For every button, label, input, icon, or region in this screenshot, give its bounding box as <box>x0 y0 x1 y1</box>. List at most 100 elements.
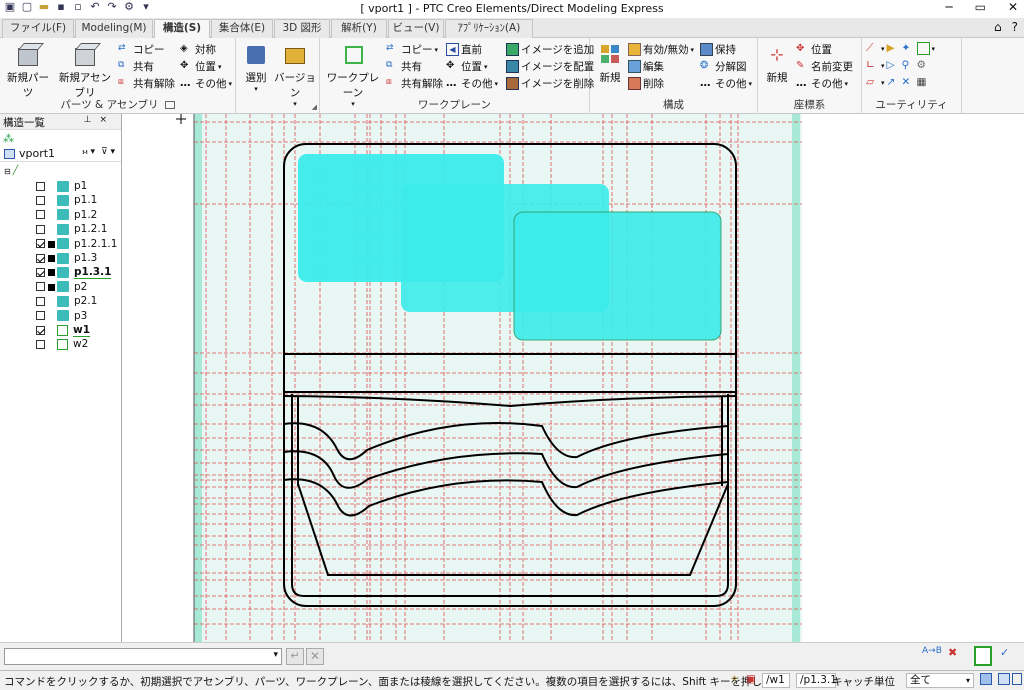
exploded-view-button[interactable]: ❂ 分解図 <box>700 59 747 74</box>
help-icon[interactable]: ? <box>1012 20 1018 34</box>
version-button[interactable]: バージョン ▾ <box>272 42 318 108</box>
new-assembly-button[interactable]: 新規アセンブリ <box>54 42 116 100</box>
chevron-down-icon[interactable]: ▾ <box>273 650 278 660</box>
tree-item[interactable]: p1.2.1.1 <box>36 237 117 251</box>
snap-icon[interactable]: ✕ <box>902 76 915 89</box>
transform-icon[interactable]: ✦ <box>902 42 915 55</box>
new-part-button[interactable]: 新規パーツ <box>4 42 52 100</box>
collapse-icon[interactable]: ⊟ <box>4 167 11 176</box>
tab-structure[interactable]: 構造(S) <box>154 19 210 39</box>
enable-disable-button[interactable]: 有効/無効 ▾ <box>628 42 694 57</box>
share-workplane-button[interactable]: ⧉ 共有 <box>386 59 422 74</box>
command-input[interactable]: ▾ <box>4 648 282 665</box>
visibility-checkbox[interactable] <box>36 195 45 205</box>
new-coordsys-button[interactable]: ⊹ 新規 <box>762 42 792 85</box>
filter-select[interactable]: 全て ▾ <box>906 673 974 688</box>
keep-button[interactable]: 保持 <box>700 42 736 57</box>
visibility-checkbox[interactable] <box>36 282 45 292</box>
frame-icon[interactable] <box>916 42 930 55</box>
calculator-icon[interactable]: ▦ <box>917 76 930 89</box>
cancel-button[interactable]: ✕ <box>306 648 324 665</box>
tab-view[interactable]: ビュー(V) <box>388 19 444 38</box>
rename-tool-icon[interactable]: A→B <box>922 646 942 666</box>
view-icon[interactable] <box>980 673 992 685</box>
tree-item[interactable]: p1.2.1 <box>36 222 107 236</box>
confirm-button[interactable]: ↵ <box>286 648 304 665</box>
tree-item[interactable]: p2 <box>36 280 87 294</box>
visibility-checkbox[interactable] <box>36 253 45 263</box>
visibility-checkbox[interactable] <box>36 210 45 220</box>
axis-icon[interactable]: ∟ <box>866 59 879 72</box>
select-button[interactable]: 選別 ▾ <box>240 42 272 93</box>
unshare-workplane-button[interactable]: ⧈ 共有解除 <box>386 76 443 91</box>
catch-icon[interactable]: ✧ <box>730 673 739 685</box>
dialog-launcher-icon[interactable]: ◢ <box>312 103 317 111</box>
frame-tool-icon[interactable] <box>974 646 992 666</box>
visibility-checkbox[interactable] <box>36 224 45 234</box>
check-tool-icon[interactable]: ✓ <box>1000 646 1018 666</box>
tab-modeling[interactable]: Modeling(M) <box>75 19 153 38</box>
tab-3d-shape[interactable]: 3D 図形 <box>274 19 330 38</box>
edit-config-button[interactable]: 編集 <box>628 59 664 74</box>
minimize-icon[interactable]: ─ <box>945 0 952 14</box>
delete-config-button[interactable]: 削除 <box>628 76 664 91</box>
visibility-checkbox[interactable] <box>36 181 45 191</box>
viewport-selector[interactable]: vport1 ⲙ ▾ ⊽ ▾ <box>0 146 121 162</box>
tab-assembly[interactable]: 集合体(E) <box>211 19 273 38</box>
tree-item[interactable]: p1.1 <box>36 193 97 207</box>
tree-item[interactable]: p1 <box>36 179 87 193</box>
catch-label[interactable]: キャッチ <box>832 674 874 689</box>
unit-label[interactable]: 単位 <box>874 674 895 689</box>
tree-item[interactable]: p3 <box>36 309 87 323</box>
tab-application[interactable]: ｱﾌﾟﾘｹｰｼｮﾝ(A) <box>445 19 533 38</box>
copy-workplane-button[interactable]: ⇄ コピー ▾ <box>386 42 438 57</box>
plane-icon[interactable]: ▱ <box>866 76 879 89</box>
tree-item[interactable]: p1.3 <box>36 251 97 265</box>
drawing-canvas[interactable] <box>122 114 1024 642</box>
filter-icon[interactable]: ⊽ ▾ <box>101 147 115 157</box>
tree-view-icon[interactable]: ⁂ <box>3 132 14 145</box>
config-other-button[interactable]: … その他 ▾ <box>700 76 752 91</box>
filter-icon[interactable]: ⚲ <box>902 59 915 72</box>
add-image-button[interactable]: イメージを追加 <box>506 42 594 57</box>
tab-file[interactable]: ファイル(F) <box>2 19 74 38</box>
share-part-button[interactable]: ⧉ 共有 <box>118 59 154 74</box>
parts-other-button[interactable]: … その他 ▾ <box>180 76 232 91</box>
measure-icon[interactable]: ⟋ <box>866 42 879 55</box>
visibility-checkbox[interactable] <box>36 267 45 277</box>
visibility-checkbox[interactable] <box>36 311 45 321</box>
layout-icon[interactable] <box>998 673 1010 685</box>
symmetry-button[interactable]: ◈ 対称 <box>180 42 216 57</box>
new-config-button[interactable]: 新規 <box>594 42 626 85</box>
visibility-checkbox[interactable] <box>36 296 45 306</box>
visibility-checkbox[interactable] <box>36 339 45 349</box>
coordsys-other-button[interactable]: … その他 ▾ <box>796 76 848 91</box>
rename-coordsys-button[interactable]: ✎ 名前変更 <box>796 59 853 74</box>
point-icon[interactable]: ▷ <box>887 59 900 72</box>
unshare-part-button[interactable]: ⧈ 共有解除 <box>118 76 175 91</box>
visibility-checkbox[interactable] <box>36 325 45 335</box>
previous-workplane-button[interactable]: ◀ 直前 <box>446 42 482 57</box>
part-status-icon[interactable]: ▣ <box>746 673 756 685</box>
copy-part-button[interactable]: ⇄ コピー <box>118 42 165 57</box>
home-icon[interactable]: ⌂ <box>994 20 1002 34</box>
tree-item[interactable]: w1 <box>36 323 91 337</box>
place-image-button[interactable]: イメージを配置 <box>506 59 594 74</box>
tree-item[interactable]: p1.3.1 <box>36 265 112 279</box>
delete-tool-icon[interactable]: ✖ <box>948 646 966 666</box>
pin-icon[interactable]: ⊥× <box>84 115 115 125</box>
position-workplane-button[interactable]: ✥ 位置 ▾ <box>446 59 488 74</box>
gear-icon[interactable]: ⚙ <box>917 59 930 72</box>
viewport-canvas[interactable] <box>122 114 1024 642</box>
grid-icon[interactable] <box>1012 673 1022 685</box>
tree-item[interactable]: p1.2 <box>36 208 97 222</box>
maximize-icon[interactable]: ▭ <box>975 0 986 14</box>
tree-item[interactable]: p2.1 <box>36 294 97 308</box>
tree-item[interactable]: w2 <box>36 337 88 351</box>
workplane-other-button[interactable]: … その他 ▾ <box>446 76 498 91</box>
visibility-checkbox[interactable] <box>36 239 45 249</box>
tree-root-node[interactable]: ⊟ ╱ <box>4 164 18 178</box>
coordsys-position-button[interactable]: ✥ 位置 <box>796 42 832 57</box>
tab-analysis[interactable]: 解析(Y) <box>331 19 387 38</box>
cursor-icon[interactable]: ▶ <box>887 42 900 55</box>
